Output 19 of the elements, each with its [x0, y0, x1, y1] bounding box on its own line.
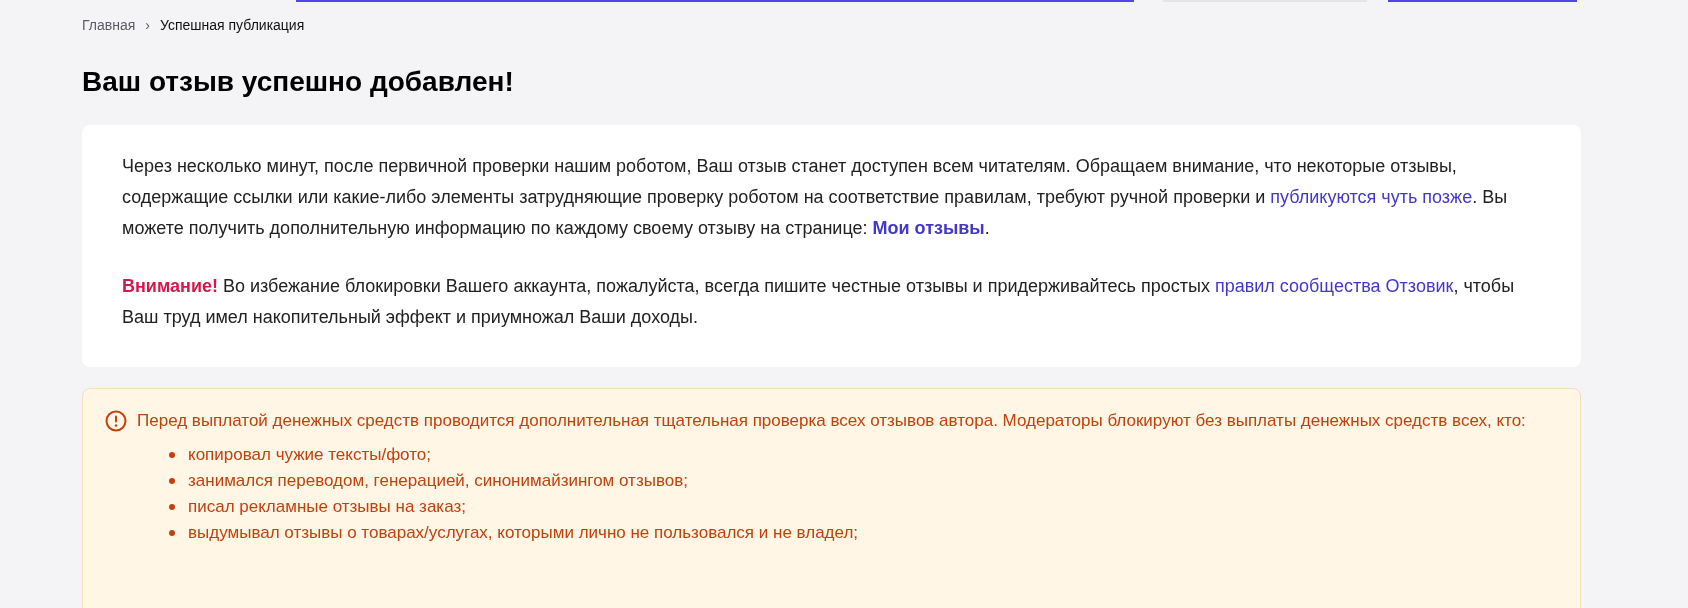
breadcrumb-link[interactable]: Главная — [82, 17, 136, 33]
text-link[interactable]: Мои отзывы — [872, 218, 985, 238]
message-paragraph: Внимание! Во избежание блокировки Вашего аккаунта, пожалуйста, всегда пишите честные отзывы и придерживайтесь простых правил сообщества Отзовик, чтобы Ваш труд имел накопительный эффект и приумножал Ваши доходы. — [122, 275, 1516, 329]
warning-text: Перед выплатой денежных средств проводится дополнительная тщательная проверка всех отзывов автора. Модераторы блокируют без выплаты денежных средств всех, кто: — [137, 410, 1526, 432]
bullet-icon — [169, 452, 175, 458]
warning-list-item: выдумывал отзывы о товарах/услугах, которыми лично не пользовался и не владел; — [188, 522, 859, 544]
text-link[interactable]: публикуются чуть позже — [1270, 187, 1473, 207]
text-link[interactable]: правил сообщества Отзовик — [1214, 276, 1454, 296]
warning-list-item: занимался переводом, генерацией, синонимайзингом отзывов; — [188, 470, 688, 492]
bullet-icon — [169, 530, 175, 536]
exclamation-icon — [105, 410, 127, 432]
bullet-icon — [169, 478, 175, 484]
breadcrumb-current: Успешная публикация — [159, 17, 305, 33]
warning-list-item: копировал чужие тексты/фото; — [188, 444, 431, 466]
bullet-icon — [169, 504, 175, 510]
warning-list-item: писал рекламные отзывы на заказ; — [188, 496, 466, 518]
message-paragraph: Через несколько минут, после первичной проверки нашим роботом, Ваш отзыв станет доступен всем читателям. Обращаем внимание, что некоторые отзывы, содержащие ссылки или какие-либо элементы затрудняющие проверку роботом на соответствие правилам, требуют ручной проверки и публикуются чуть позже. Вы можете получить дополнительную информацию по каждому своему отзыву на странице: Мои отзывы. — [122, 155, 1509, 240]
breadcrumb-separator: › — [145, 17, 150, 33]
page-title: Ваш отзыв успешно добавлен! — [82, 65, 515, 99]
